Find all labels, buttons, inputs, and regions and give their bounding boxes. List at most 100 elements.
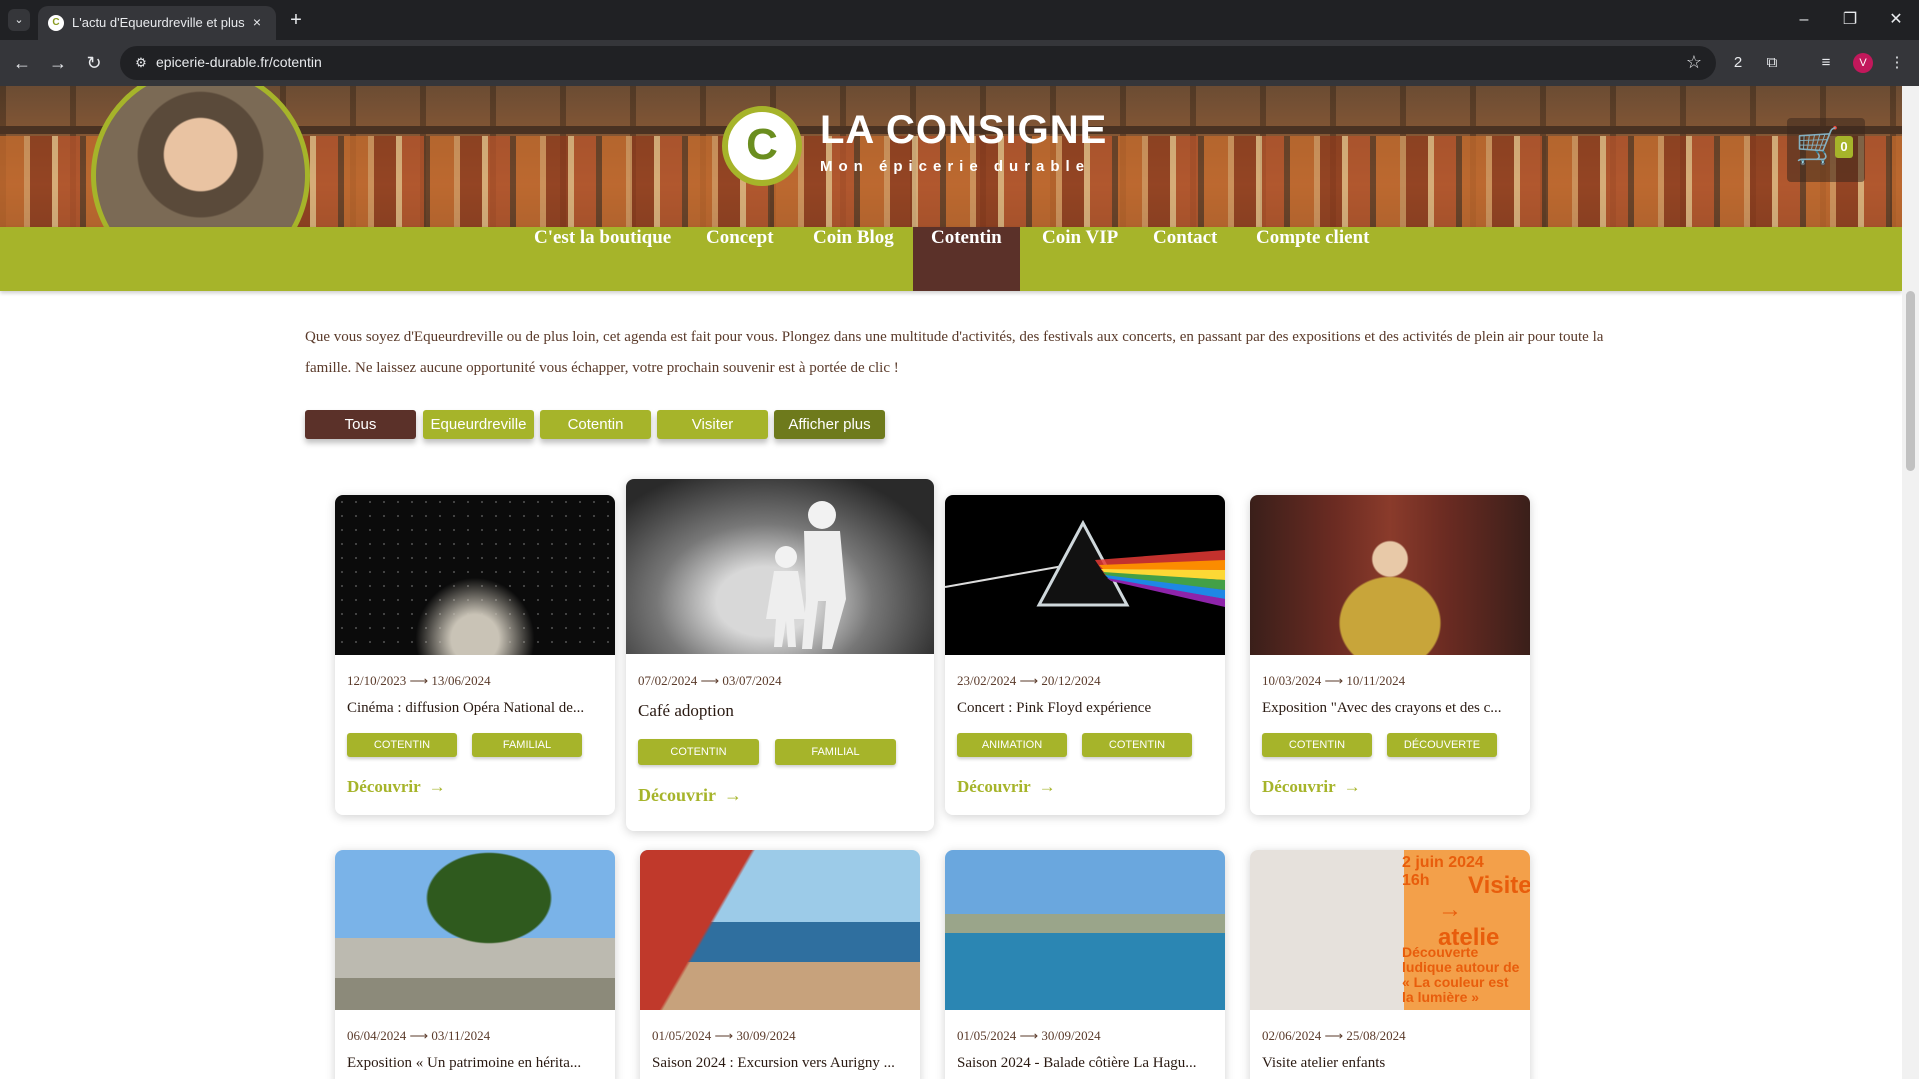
- site-header: C LA CONSIGNE Mon épicerie durable 🛒 0: [0, 86, 1902, 285]
- event-card[interactable]: 23/02/2024 ⟶ 20/12/2024 Concert : Pink F…: [945, 495, 1225, 815]
- event-title[interactable]: Exposition « Un patrimoine en hérita...: [347, 1055, 607, 1072]
- event-card[interactable]: 12/10/2023 ⟶ 13/06/2024 Cinéma : diffusi…: [335, 495, 615, 815]
- event-image-sailboat[interactable]: [640, 850, 920, 1010]
- minimize-button[interactable]: –: [1786, 8, 1822, 32]
- nav-item-vip[interactable]: Coin VIP: [1024, 227, 1136, 291]
- nav-item-boutique[interactable]: C'est la boutique: [516, 227, 689, 291]
- event-tag[interactable]: COTENTIN: [638, 739, 759, 765]
- paper-family-figure: [766, 501, 846, 649]
- event-dates: 23/02/2024 ⟶ 20/12/2024: [957, 673, 1101, 688]
- discover-label[interactable]: Découvrir: [957, 777, 1031, 796]
- nav-item-cotentin[interactable]: Cotentin: [913, 227, 1020, 291]
- event-tag[interactable]: FAMILIAL: [472, 733, 582, 757]
- event-tag[interactable]: COTENTIN: [1262, 733, 1372, 757]
- event-title[interactable]: Saison 2024 : Excursion vers Aurigny ...: [652, 1055, 912, 1072]
- event-card[interactable]: 01/05/2024 ⟶ 30/09/2024 Saison 2024 - Ba…: [945, 850, 1225, 1079]
- browser-toolbar: ← → ↻ ⚙ epicerie-durable.fr/cotentin ☆ 2…: [0, 40, 1919, 86]
- reload-button[interactable]: ↻: [80, 49, 108, 77]
- event-image-paper-family[interactable]: [626, 479, 934, 654]
- poster-body: Découverte: [1402, 944, 1479, 960]
- event-card[interactable]: 06/04/2024 ⟶ 03/11/2024 Exposition « Un …: [335, 850, 615, 1079]
- discover-label[interactable]: Découvrir: [1262, 777, 1336, 796]
- restore-button[interactable]: ❐: [1832, 8, 1868, 32]
- brand-name[interactable]: LA CONSIGNE: [820, 108, 1107, 153]
- poster-body: la lumière »: [1402, 989, 1480, 1005]
- discover-link[interactable]: Découvrir →: [1262, 777, 1361, 797]
- close-window-button[interactable]: ✕: [1878, 8, 1914, 32]
- event-image-ballet[interactable]: [335, 495, 615, 655]
- event-title[interactable]: Concert : Pink Floyd expérience: [957, 700, 1217, 717]
- event-dates: 07/02/2024 ⟶ 03/07/2024: [638, 673, 782, 688]
- address-bar[interactable]: ⚙ epicerie-durable.fr/cotentin ☆: [120, 46, 1716, 80]
- event-image-tree-fort[interactable]: [335, 850, 615, 1010]
- event-image-puppets[interactable]: [1250, 495, 1530, 655]
- poster-body: ludique autour de: [1402, 959, 1520, 975]
- event-title[interactable]: Exposition "Avec des crayons et des c...: [1262, 700, 1522, 717]
- event-title[interactable]: Cinéma : diffusion Opéra National de...: [347, 700, 607, 717]
- event-tag[interactable]: COTENTIN: [347, 733, 457, 757]
- scrollbar-thumb[interactable]: [1906, 291, 1915, 471]
- browser-menu-icon[interactable]: ⋮: [1885, 51, 1909, 75]
- event-tag[interactable]: COTENTIN: [1082, 733, 1192, 757]
- event-card[interactable]: 2 juin 2024 16h Visite → atelie Découver…: [1250, 850, 1530, 1079]
- discover-link[interactable]: Découvrir →: [638, 785, 742, 806]
- tab-search-icon[interactable]: ⌄: [8, 9, 30, 31]
- arrow-right-icon: →: [428, 777, 446, 796]
- event-title[interactable]: Saison 2024 - Balade côtière La Hagu...: [957, 1055, 1217, 1072]
- nav-item-account[interactable]: Compte client: [1238, 227, 1387, 291]
- extensions-puzzle-icon[interactable]: ⧉: [1760, 51, 1784, 75]
- event-tag[interactable]: FAMILIAL: [775, 739, 896, 765]
- brand-logo-icon[interactable]: C: [722, 106, 802, 186]
- arrow-right-icon: →: [1343, 777, 1361, 796]
- tab-title: L'actu d'Equeurdreville et plus l: [72, 15, 247, 30]
- arrow-right-icon: →: [723, 785, 742, 805]
- tab-close-icon[interactable]: ×: [248, 13, 266, 31]
- extension-icon[interactable]: 2: [1726, 51, 1750, 75]
- prism-figure: [945, 519, 1225, 607]
- event-card-hovered[interactable]: 07/02/2024 ⟶ 03/07/2024 Café adoption CO…: [626, 479, 934, 831]
- browser-tab[interactable]: C L'actu d'Equeurdreville et plus l ×: [38, 6, 276, 40]
- filter-equeurdreville[interactable]: Equeurdreville: [423, 410, 534, 439]
- agenda-intro-text: Que vous soyez d'Equeurdreville ou de pl…: [305, 329, 1604, 376]
- new-tab-button[interactable]: +: [284, 9, 308, 33]
- site-info-icon[interactable]: ⚙: [132, 54, 150, 72]
- event-image-atelier-poster[interactable]: 2 juin 2024 16h Visite → atelie Découver…: [1250, 850, 1530, 1010]
- forward-button[interactable]: →: [44, 49, 72, 77]
- event-dates: 01/05/2024 ⟶ 30/09/2024: [957, 1028, 1101, 1043]
- event-dates: 12/10/2023 ⟶ 13/06/2024: [347, 673, 491, 688]
- nav-item-concept[interactable]: Concept: [688, 227, 792, 291]
- event-card[interactable]: 01/05/2024 ⟶ 30/09/2024 Saison 2024 : Ex…: [640, 850, 920, 1079]
- poster-time: 16h: [1402, 872, 1430, 889]
- discover-link[interactable]: Découvrir →: [957, 777, 1056, 797]
- discover-link[interactable]: Découvrir →: [347, 777, 446, 797]
- filter-visiter[interactable]: Visiter: [657, 410, 768, 439]
- discover-label[interactable]: Découvrir: [638, 785, 716, 805]
- poster-body: « La couleur est: [1402, 974, 1509, 990]
- event-title[interactable]: Café adoption: [638, 701, 898, 721]
- nav-item-contact[interactable]: Contact: [1135, 227, 1235, 291]
- filter-cotentin[interactable]: Cotentin: [540, 410, 651, 439]
- event-card[interactable]: 10/03/2024 ⟶ 10/11/2024 Exposition "Avec…: [1250, 495, 1530, 815]
- back-button[interactable]: ←: [8, 49, 36, 77]
- cart-button[interactable]: 🛒 0: [1787, 118, 1865, 182]
- bookmark-star-icon[interactable]: ☆: [1686, 52, 1702, 73]
- event-tag[interactable]: DÉCOUVERTE: [1387, 733, 1497, 757]
- page-scrollbar[interactable]: [1902, 86, 1919, 1079]
- event-title[interactable]: Visite atelier enfants: [1262, 1055, 1522, 1072]
- cart-count-badge: 0: [1835, 136, 1853, 158]
- filter-show-more[interactable]: Afficher plus: [774, 410, 885, 439]
- event-image-coast[interactable]: [945, 850, 1225, 1010]
- nav-item-blog[interactable]: Coin Blog: [795, 227, 912, 291]
- profile-avatar[interactable]: V: [1853, 53, 1873, 73]
- event-tag[interactable]: ANIMATION: [957, 733, 1067, 757]
- filter-all[interactable]: Tous: [305, 410, 416, 439]
- discover-label[interactable]: Découvrir: [347, 777, 421, 796]
- main-navigation: C'est la boutique Concept Coin Blog Cote…: [0, 227, 1902, 291]
- url-text[interactable]: epicerie-durable.fr/cotentin: [156, 54, 322, 70]
- event-dates: 01/05/2024 ⟶ 30/09/2024: [652, 1028, 796, 1043]
- media-control-icon[interactable]: ≡: [1814, 51, 1838, 75]
- browser-tab-bar: ⌄ C L'actu d'Equeurdreville et plus l × …: [0, 0, 1919, 40]
- brand-tagline: Mon épicerie durable: [820, 158, 1091, 175]
- arrow-right-icon: →: [1038, 777, 1056, 796]
- event-image-prism[interactable]: [945, 495, 1225, 655]
